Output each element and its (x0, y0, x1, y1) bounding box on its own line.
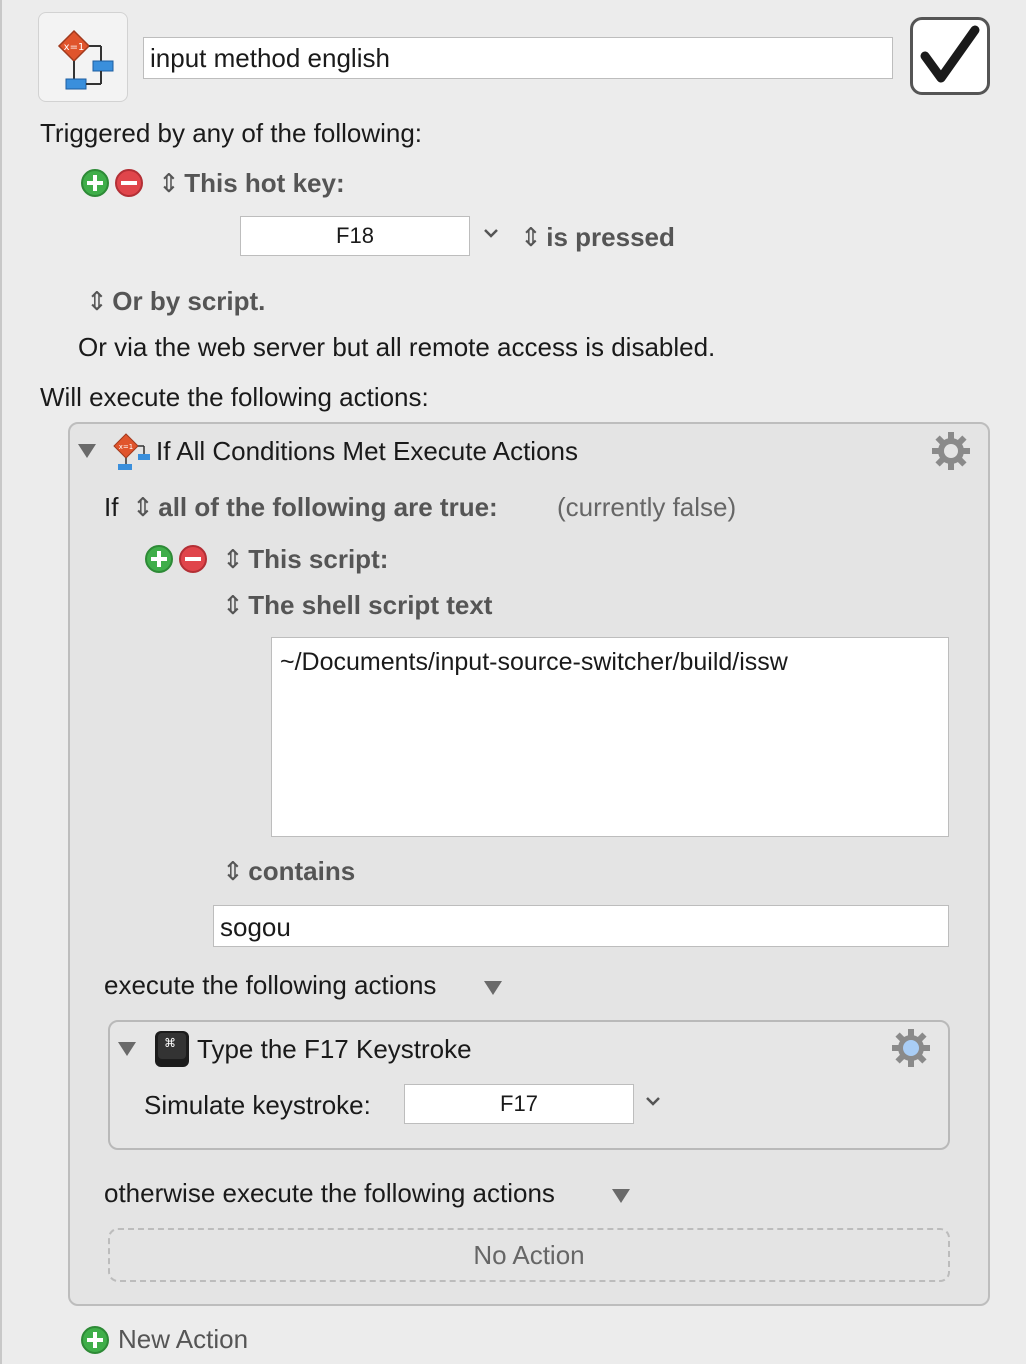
updown-chevron-icon: ⇕ (222, 544, 244, 574)
macro-name-field[interactable]: input method english (143, 37, 893, 79)
updown-chevron-icon: ⇕ (86, 286, 108, 316)
minus-icon (185, 557, 201, 561)
new-action-plus-icon[interactable] (81, 1326, 109, 1354)
simulate-keystroke-label: Simulate keystroke: (144, 1090, 371, 1120)
remove-trigger-button[interactable] (115, 169, 143, 197)
script-kind-popup[interactable]: ⇕ The shell script text (222, 590, 492, 620)
minus-icon (121, 181, 137, 185)
keystroke-dropdown-chevron-icon[interactable] (644, 1094, 662, 1113)
match-value-field[interactable]: sogou (213, 905, 949, 947)
hotkey-dropdown-chevron-icon[interactable] (482, 226, 500, 245)
actions-heading: Will execute the following actions: (40, 382, 429, 412)
or-by-script-label: Or by script. (112, 286, 266, 316)
then-actions-label: execute the following actions (104, 970, 437, 1000)
collapse-triangle-icon[interactable] (118, 1042, 136, 1056)
condition-type-popup[interactable]: ⇕ This script: (222, 544, 388, 574)
hotkey-trigger-popup[interactable]: ⇕ This hot key: (158, 168, 345, 198)
new-action-button[interactable]: New Action (118, 1324, 248, 1354)
no-action-dropzone[interactable]: No Action (108, 1228, 950, 1282)
updown-chevron-icon: ⇕ (222, 856, 244, 886)
checkmark-icon (920, 25, 980, 83)
if-action-icon: x=1 (110, 432, 154, 477)
flowchart-icon: x=1 (57, 29, 114, 90)
gear-icon[interactable] (930, 430, 972, 477)
svg-text:x=1: x=1 (64, 42, 85, 53)
updown-chevron-icon: ⇕ (520, 222, 542, 252)
hotkey-trigger-label: This hot key: (184, 168, 345, 198)
else-actions-menu-triangle-icon[interactable] (612, 1189, 630, 1203)
else-actions-label: otherwise execute the following actions (104, 1178, 555, 1208)
svg-text:⌘: ⌘ (164, 1036, 176, 1050)
triggers-heading: Triggered by any of the following: (40, 118, 423, 148)
hotkey-field[interactable]: F18 (240, 216, 470, 256)
hotkey-mode-popup[interactable]: ⇕ is pressed (520, 222, 675, 252)
condition-mode-popup[interactable]: ⇕ all of the following are true: (132, 492, 498, 522)
add-trigger-button[interactable] (81, 169, 109, 197)
macro-flowchart-icon[interactable]: x=1 (38, 12, 128, 102)
shell-script-textarea[interactable]: ~/Documents/input-source-switcher/build/… (271, 637, 949, 837)
updown-chevron-icon: ⇕ (222, 590, 244, 620)
match-mode-popup[interactable]: ⇕ contains (222, 856, 355, 886)
condition-mode-label: all of the following are true: (158, 492, 498, 522)
then-actions-menu-triangle-icon[interactable] (484, 981, 502, 995)
macro-enabled-checkbox[interactable] (910, 17, 990, 95)
window-left-border (0, 0, 2, 1364)
if-label: If (104, 492, 119, 522)
collapse-triangle-icon[interactable] (78, 444, 96, 458)
keyboard-key-icon: ⌘ (154, 1030, 190, 1073)
updown-chevron-icon: ⇕ (158, 168, 180, 198)
match-mode-label: contains (248, 856, 356, 886)
if-action-title: If All Conditions Met Execute Actions (156, 436, 578, 466)
plus-icon (87, 175, 103, 191)
remove-condition-button[interactable] (179, 545, 207, 573)
web-server-note: Or via the web server but all remote acc… (78, 332, 716, 362)
updown-chevron-icon: ⇕ (132, 492, 154, 522)
condition-status: (currently false) (557, 492, 737, 522)
script-kind-label: The shell script text (248, 590, 493, 620)
keystroke-action-title: Type the F17 Keystroke (197, 1034, 472, 1064)
hotkey-mode-label: is pressed (546, 222, 675, 252)
gear-icon[interactable] (890, 1027, 932, 1074)
keystroke-field[interactable]: F17 (404, 1084, 634, 1124)
plus-icon (151, 551, 167, 567)
svg-text:x=1: x=1 (119, 443, 133, 451)
add-condition-button[interactable] (145, 545, 173, 573)
condition-type-label: This script: (248, 544, 389, 574)
or-by-script-popup[interactable]: ⇕ Or by script. (86, 286, 265, 316)
